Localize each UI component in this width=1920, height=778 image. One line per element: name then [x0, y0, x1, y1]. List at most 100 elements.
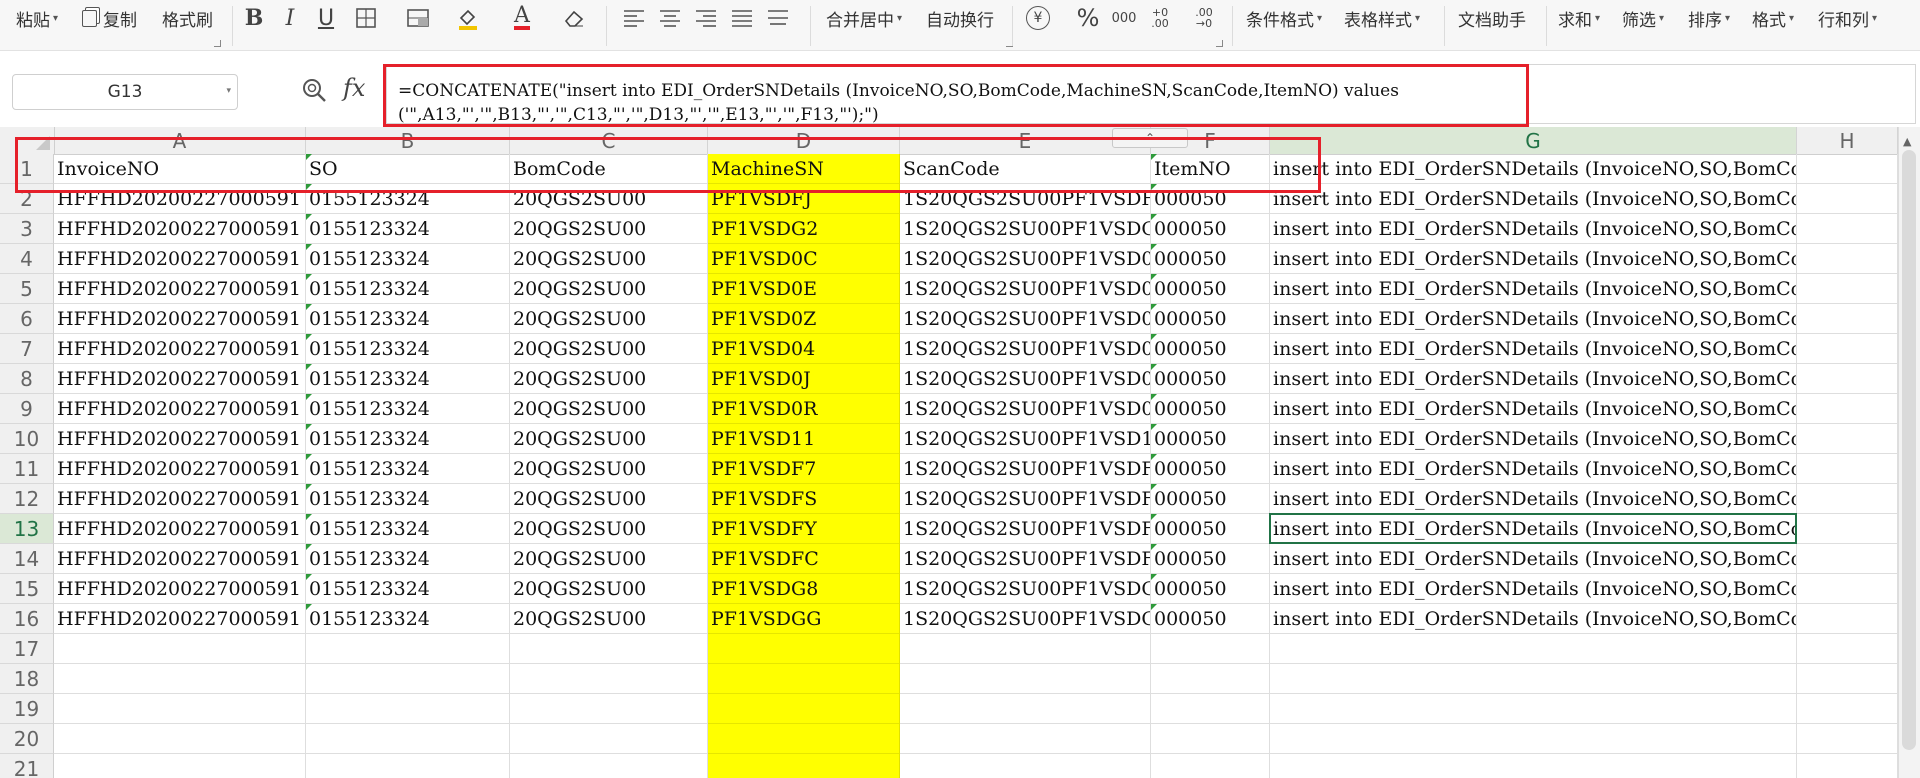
cell-B10[interactable]: 0155123324	[306, 424, 510, 454]
cell-G21[interactable]	[1270, 754, 1797, 778]
cell-A16[interactable]: HFFHD20200227000591	[54, 604, 306, 634]
thousands-separator-icon[interactable]: 000	[1110, 4, 1138, 32]
cell-E9[interactable]: 1S20QGS2SU00PF1VSD0R	[900, 394, 1151, 424]
cell-A7[interactable]: HFFHD20200227000591	[54, 334, 306, 364]
cell-E19[interactable]	[900, 694, 1151, 724]
cell-E21[interactable]	[900, 754, 1151, 778]
cell-C3[interactable]: 20QGS2SU00	[510, 214, 708, 244]
row-header-6[interactable]: 6	[0, 304, 54, 334]
cell-D2[interactable]: PF1VSDFJ	[708, 184, 900, 214]
sort-button[interactable]: 排序 ▾	[1688, 3, 1730, 33]
cell-E3[interactable]: 1S20QGS2SU00PF1VSDG2	[900, 214, 1151, 244]
row-header-7[interactable]: 7	[0, 334, 54, 364]
cell-E10[interactable]: 1S20QGS2SU00PF1VSD11	[900, 424, 1151, 454]
column-header-D[interactable]: D	[708, 127, 900, 154]
cell-A14[interactable]: HFFHD20200227000591	[54, 544, 306, 574]
cell-F19[interactable]	[1151, 694, 1270, 724]
cell-G3[interactable]: insert into EDI_OrderSNDetails (InvoiceN…	[1270, 214, 1797, 244]
cell-F2[interactable]: 000050	[1151, 184, 1270, 214]
row-header-10[interactable]: 10	[0, 424, 54, 454]
cell-B12[interactable]: 0155123324	[306, 484, 510, 514]
row-header-16[interactable]: 16	[0, 604, 54, 634]
cell-E16[interactable]: 1S20QGS2SU00PF1VSDGG	[900, 604, 1151, 634]
cell-G2[interactable]: insert into EDI_OrderSNDetails (InvoiceN…	[1270, 184, 1797, 214]
row-header-20[interactable]: 20	[0, 724, 54, 754]
decrease-decimal-icon[interactable]: .00 →0	[1190, 4, 1218, 32]
cell-C7[interactable]: 20QGS2SU00	[510, 334, 708, 364]
cell-F16[interactable]: 000050	[1151, 604, 1270, 634]
cell-E15[interactable]: 1S20QGS2SU00PF1VSDG8	[900, 574, 1151, 604]
cell-E6[interactable]: 1S20QGS2SU00PF1VSD0Z	[900, 304, 1151, 334]
cell-B20[interactable]	[306, 724, 510, 754]
cell-G12[interactable]: insert into EDI_OrderSNDetails (InvoiceN…	[1270, 484, 1797, 514]
cell-C13[interactable]: 20QGS2SU00	[510, 514, 708, 544]
cell-E7[interactable]: 1S20QGS2SU00PF1VSD04	[900, 334, 1151, 364]
row-col-button[interactable]: 行和列 ▾	[1818, 3, 1877, 33]
cell-B7[interactable]: 0155123324	[306, 334, 510, 364]
cell-H9[interactable]	[1797, 394, 1898, 424]
cell-D20[interactable]	[708, 724, 900, 754]
sum-button[interactable]: 求和 ▾	[1558, 3, 1600, 33]
cell-G14[interactable]: insert into EDI_OrderSNDetails (InvoiceN…	[1270, 544, 1797, 574]
row-header-5[interactable]: 5	[0, 274, 54, 304]
cell-C20[interactable]	[510, 724, 708, 754]
conditional-format-button[interactable]: 条件格式 ▾	[1246, 3, 1322, 33]
cell-B19[interactable]	[306, 694, 510, 724]
fill-color-icon[interactable]	[454, 4, 482, 32]
chevron-down-icon[interactable]: ▾	[226, 86, 231, 96]
fx-icon[interactable]: fx	[343, 74, 365, 102]
row-header-13[interactable]: 13	[0, 514, 54, 544]
cell-G1[interactable]: insert into EDI_OrderSNDetails (InvoiceN…	[1270, 154, 1797, 184]
cell-G5[interactable]: insert into EDI_OrderSNDetails (InvoiceN…	[1270, 274, 1797, 304]
format-button[interactable]: 格式 ▾	[1752, 3, 1794, 33]
cell-H20[interactable]	[1797, 724, 1898, 754]
merge-center-button[interactable]: 合并居中 ▾	[826, 3, 902, 33]
cell-D15[interactable]: PF1VSDG8	[708, 574, 900, 604]
cell-G13[interactable]: insert into EDI_OrderSNDetails (InvoiceN…	[1270, 514, 1797, 544]
cell-A5[interactable]: HFFHD20200227000591	[54, 274, 306, 304]
cell-H1[interactable]	[1797, 154, 1898, 184]
select-all-corner[interactable]	[0, 127, 55, 154]
cell-H7[interactable]	[1797, 334, 1898, 364]
justify-icon[interactable]	[728, 4, 756, 32]
row-header-21[interactable]: 21	[0, 754, 54, 778]
cell-E4[interactable]: 1S20QGS2SU00PF1VSD0C	[900, 244, 1151, 274]
cell-F3[interactable]: 000050	[1151, 214, 1270, 244]
cell-A11[interactable]: HFFHD20200227000591	[54, 454, 306, 484]
font-color-icon[interactable]: A	[508, 4, 536, 32]
cell-H12[interactable]	[1797, 484, 1898, 514]
cell-A10[interactable]: HFFHD20200227000591	[54, 424, 306, 454]
cell-A18[interactable]	[54, 664, 306, 694]
cell-G4[interactable]: insert into EDI_OrderSNDetails (InvoiceN…	[1270, 244, 1797, 274]
cell-A13[interactable]: HFFHD20200227000591	[54, 514, 306, 544]
cell-F7[interactable]: 000050	[1151, 334, 1270, 364]
cell-B4[interactable]: 0155123324	[306, 244, 510, 274]
cell-A8[interactable]: HFFHD20200227000591	[54, 364, 306, 394]
cell-H4[interactable]	[1797, 244, 1898, 274]
cell-B8[interactable]: 0155123324	[306, 364, 510, 394]
cell-G8[interactable]: insert into EDI_OrderSNDetails (InvoiceN…	[1270, 364, 1797, 394]
cell-H6[interactable]	[1797, 304, 1898, 334]
cell-C16[interactable]: 20QGS2SU00	[510, 604, 708, 634]
cell-F21[interactable]	[1151, 754, 1270, 778]
cell-C8[interactable]: 20QGS2SU00	[510, 364, 708, 394]
cell-F17[interactable]	[1151, 634, 1270, 664]
distributed-align-icon[interactable]	[764, 4, 792, 32]
cell-H10[interactable]	[1797, 424, 1898, 454]
cell-B14[interactable]: 0155123324	[306, 544, 510, 574]
cell-B5[interactable]: 0155123324	[306, 274, 510, 304]
cell-B2[interactable]: 0155123324	[306, 184, 510, 214]
cell-F13[interactable]: 000050	[1151, 514, 1270, 544]
cell-F14[interactable]: 000050	[1151, 544, 1270, 574]
cell-F15[interactable]: 000050	[1151, 574, 1270, 604]
cell-G9[interactable]: insert into EDI_OrderSNDetails (InvoiceN…	[1270, 394, 1797, 424]
cell-F4[interactable]: 000050	[1151, 244, 1270, 274]
increase-decimal-icon[interactable]: +0 .00	[1146, 4, 1174, 32]
cell-A17[interactable]	[54, 634, 306, 664]
row-header-1[interactable]: 1	[0, 154, 54, 184]
row-header-17[interactable]: 17	[0, 634, 54, 664]
cell-C9[interactable]: 20QGS2SU00	[510, 394, 708, 424]
align-center-icon[interactable]	[656, 4, 684, 32]
cell-F6[interactable]: 000050	[1151, 304, 1270, 334]
row-header-4[interactable]: 4	[0, 244, 54, 274]
